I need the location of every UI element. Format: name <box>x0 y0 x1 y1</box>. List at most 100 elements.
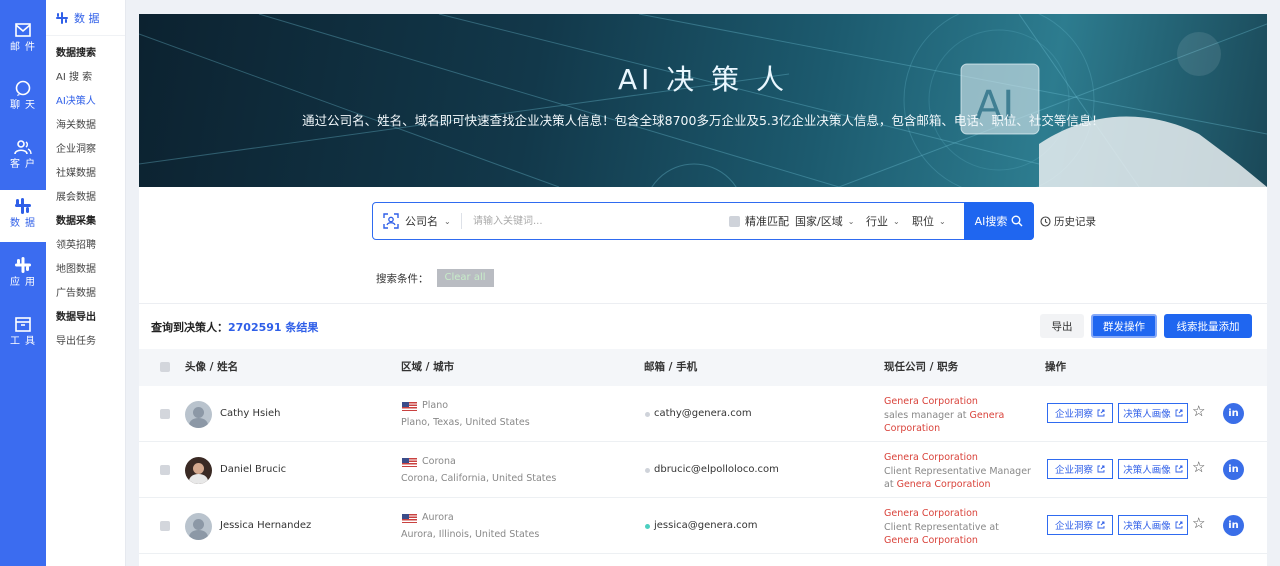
profile-label: 决策人画像 <box>1123 465 1171 476</box>
customers-icon <box>14 140 32 155</box>
subnav-item-export-tasks[interactable]: 导出任务 <box>46 330 125 354</box>
table-header: 头像 / 姓名 区域 / 城市 邮箱 / 手机 现任公司 / 职务 操作 <box>139 349 1267 386</box>
filter-country-select[interactable]: 国家/区域 ⌄ <box>795 203 854 239</box>
rail-item-tools[interactable]: 工具 <box>0 308 46 360</box>
external-link-icon <box>1097 465 1105 473</box>
rail-label-apps: 应用 <box>10 277 40 288</box>
company-name[interactable]: Genera Corporation <box>884 507 1034 521</box>
decision-maker-profile-button[interactable]: 决策人画像 <box>1118 515 1188 535</box>
filter-position-select[interactable]: 职位 ⌄ <box>912 203 946 239</box>
star-icon[interactable]: ☆ <box>1192 402 1205 420</box>
chevron-down-icon: ⌄ <box>939 216 946 226</box>
contact-name[interactable]: Cathy Hsieh <box>220 408 280 419</box>
subnav-item-linkedin-jobs[interactable]: 领英招聘 <box>46 234 125 258</box>
linkedin-icon[interactable]: in <box>1223 459 1244 480</box>
external-link-icon <box>1097 409 1105 417</box>
search-bar: 公司名 ⌄ 精准匹配 国家/区域 ⌄ 行业 ⌄ 职位 ⌄ AI搜索 <box>372 202 1034 240</box>
contact-company: Genera Corporation Client Representative… <box>884 507 1034 548</box>
rail-item-mail[interactable]: 邮件 <box>0 14 46 66</box>
select-all-checkbox[interactable] <box>160 362 170 372</box>
job-title: sales manager at <box>884 409 967 421</box>
ai-search-button[interactable]: AI搜索 <box>964 202 1034 240</box>
rail-item-apps[interactable]: 应用 <box>0 249 46 301</box>
contact-name[interactable]: Daniel Brucic <box>220 464 286 475</box>
us-flag-icon <box>402 458 417 467</box>
company-insight-label: 企业洞察 <box>1054 465 1093 476</box>
subnav-item-expo-data[interactable]: 展会数据 <box>46 186 125 210</box>
app-rail: 邮件 聊天 客户 数据 应用 工具 <box>0 0 46 566</box>
subnav-item-ad-data[interactable]: 广告数据 <box>46 282 125 306</box>
star-icon[interactable]: ☆ <box>1192 514 1205 532</box>
decision-maker-profile-button[interactable]: 决策人画像 <box>1118 459 1188 479</box>
rail-label-chat: 聊天 <box>10 100 40 111</box>
company-insight-button[interactable]: 企业洞察 <box>1047 403 1113 423</box>
row-checkbox[interactable] <box>160 465 170 475</box>
linkedin-icon[interactable]: in <box>1223 403 1244 424</box>
results-count-label: 查询到决策人： <box>151 321 228 334</box>
search-icon <box>1011 215 1023 227</box>
filter-industry-label: 行业 <box>866 215 888 228</box>
company-insight-label: 企业洞察 <box>1054 521 1093 532</box>
main-panel: AI AI 决 策 人 通过公司名、姓名、域名即可快速查找企业决策人信息！包含全… <box>139 14 1267 566</box>
linkedin-icon[interactable]: in <box>1223 515 1244 536</box>
subnav-item-ai-search[interactable]: AI 搜 索 <box>46 66 125 90</box>
results-count-value: 2702591 条结果 <box>228 321 319 334</box>
history-link[interactable]: 历史记录 <box>1040 214 1096 229</box>
avatar <box>185 401 212 428</box>
rail-item-customers[interactable]: 客户 <box>0 131 46 183</box>
subnav-item-company-insight[interactable]: 企业洞察 <box>46 138 125 162</box>
exact-match-checkbox[interactable] <box>729 215 740 227</box>
filter-industry-select[interactable]: 行业 ⌄ <box>866 203 900 239</box>
subnav-item-ai-decision-maker[interactable]: AI决策人 <box>46 90 125 114</box>
search-scope-label: 公司名 <box>405 215 438 228</box>
export-button[interactable]: 导出 <box>1040 314 1084 338</box>
data-icon <box>56 11 68 24</box>
rail-label-mail: 邮件 <box>10 42 40 53</box>
clear-all-button[interactable]: Clear all <box>436 269 494 287</box>
company-insight-button[interactable]: 企业洞察 <box>1047 459 1113 479</box>
company-name[interactable]: Genera Corporation <box>884 451 1034 465</box>
external-link-icon <box>1097 521 1105 529</box>
search-scope-select[interactable]: 公司名 ⌄ <box>383 203 451 239</box>
subnav-section-collect: 数据采集 <box>56 216 96 227</box>
profile-label: 决策人画像 <box>1123 521 1171 532</box>
table-row: Jessica Hernandez Aurora Aurora, Illinoi… <box>139 498 1267 554</box>
job-title: Client Representative at <box>884 521 999 533</box>
rail-item-chat[interactable]: 聊天 <box>0 72 46 124</box>
job-title-company[interactable]: Genera Corporation <box>897 479 991 490</box>
subnav-item-map-data[interactable]: 地图数据 <box>46 258 125 282</box>
rail-item-data[interactable]: 数据 <box>0 190 46 242</box>
contact-email[interactable]: jessica@genera.com <box>654 520 758 531</box>
contact-name[interactable]: Jessica Hernandez <box>220 520 311 531</box>
job-title-company[interactable]: Genera Corporation <box>884 535 978 546</box>
company-insight-button[interactable]: 企业洞察 <box>1047 515 1113 535</box>
exact-match-toggle[interactable]: 精准匹配 <box>729 203 789 239</box>
subnav-item-customs-data[interactable]: 海关数据 <box>46 114 125 138</box>
contact-email[interactable]: cathy@genera.com <box>654 408 752 419</box>
star-icon[interactable]: ☆ <box>1192 458 1205 476</box>
column-header-company: 现任公司 / 职务 <box>884 361 959 373</box>
filter-position-label: 职位 <box>912 215 934 228</box>
search-input[interactable] <box>473 211 713 231</box>
subnav-item-social-data[interactable]: 社媒数据 <box>46 162 125 186</box>
company-insight-label: 企业洞察 <box>1054 409 1093 420</box>
company-name[interactable]: Genera Corporation <box>884 395 1034 409</box>
apps-icon <box>15 257 31 273</box>
filter-country-label: 国家/区域 <box>795 215 843 228</box>
row-checkbox[interactable] <box>160 521 170 531</box>
chevron-down-icon: ⌄ <box>444 216 451 226</box>
batch-add-leads-button[interactable]: 线索批量添加 <box>1164 314 1252 338</box>
decision-maker-profile-button[interactable]: 决策人画像 <box>1118 403 1188 423</box>
us-flag-icon <box>402 402 417 411</box>
page-title: AI 决 策 人 <box>617 63 789 96</box>
profile-label: 决策人画像 <box>1123 409 1171 420</box>
search-divider <box>461 213 462 229</box>
page-subtitle: 通过公司名、姓名、域名即可快速查找企业决策人信息！包含全球8700多万企业及5.… <box>302 113 1104 128</box>
data-icon <box>15 198 31 214</box>
group-send-button[interactable]: 群发操作 <box>1091 314 1157 338</box>
toolbox-icon <box>15 317 31 332</box>
email-status-dot <box>645 412 650 417</box>
contact-email[interactable]: dbrucic@elpolloloco.com <box>654 464 779 475</box>
ai-search-label: AI搜索 <box>974 215 1008 228</box>
row-checkbox[interactable] <box>160 409 170 419</box>
